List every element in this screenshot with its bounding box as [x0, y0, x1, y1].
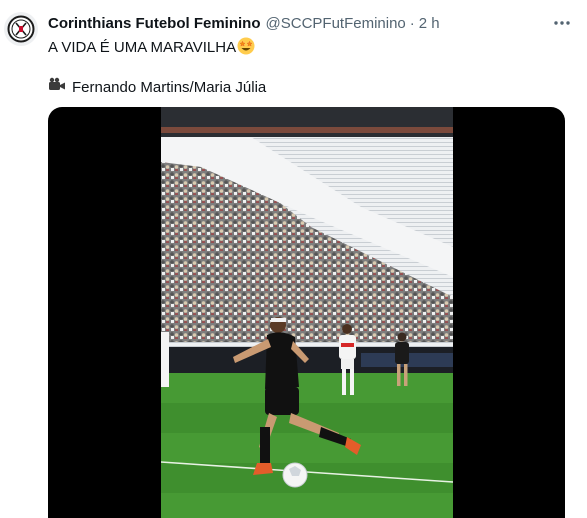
- author-avatar[interactable]: [4, 12, 38, 46]
- tweet-timestamp[interactable]: 2 h: [419, 15, 440, 32]
- more-options-button[interactable]: [551, 12, 573, 34]
- author-name[interactable]: Corinthians Futebol Feminino: [48, 15, 261, 32]
- soccer-scene-image: [161, 107, 453, 518]
- tweet-text-line-1: A VIDA É UMA MARAVILHA: [48, 37, 255, 59]
- corinthians-crest-icon: [7, 15, 35, 43]
- movie-camera-icon: [48, 77, 66, 97]
- tweet-header: Corinthians Futebol Feminino @SCCPFutFem…: [48, 13, 547, 33]
- credit-text: Fernando Martins/Maria Júlia: [72, 78, 267, 96]
- tweet-credit-line: Fernando Martins/Maria Júlia: [48, 77, 266, 97]
- more-dots-icon: [554, 21, 570, 25]
- video-frame[interactable]: [161, 107, 453, 518]
- separator-dot: ·: [409, 14, 415, 32]
- tweet-card[interactable]: Corinthians Futebol Feminino @SCCPFutFem…: [0, 0, 587, 518]
- star-struck-emoji-icon: [237, 37, 255, 59]
- tweet-video[interactable]: [48, 107, 565, 518]
- author-handle[interactable]: @SCCPFutFeminino: [266, 15, 406, 32]
- tweet-text: A VIDA É UMA MARAVILHA: [48, 39, 237, 56]
